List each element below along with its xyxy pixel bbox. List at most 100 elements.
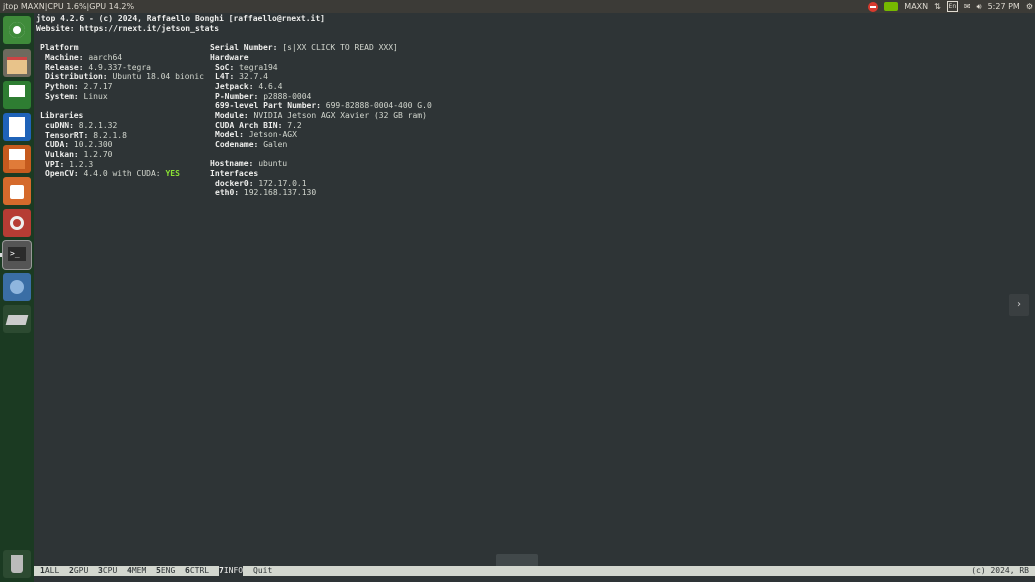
tab-label: ENG <box>160 566 176 575</box>
interface-row: eth0: 192.168.137.130 <box>215 188 316 198</box>
terminal-icon[interactable] <box>3 241 31 269</box>
trash-icon[interactable] <box>3 550 31 578</box>
row-value: aarch64 <box>88 53 123 62</box>
row-value: NVIDIA Jetson AGX Xavier (32 GB ram) <box>253 111 427 120</box>
hardware-row: L4T: 32.7.4 <box>215 72 268 82</box>
opencv-cuda-status: YES <box>165 169 180 178</box>
files-icon[interactable] <box>3 49 31 77</box>
row-value: p2888-0004 <box>263 92 312 101</box>
row-key: OpenCV: <box>45 169 79 178</box>
tab-label: GPU <box>73 566 89 575</box>
row-value: 699-82888-0004-400 G.0 <box>325 101 432 110</box>
drive-icon[interactable] <box>3 305 31 333</box>
keyboard-layout-indicator[interactable]: En <box>946 1 958 12</box>
code-editor-icon[interactable] <box>3 273 31 301</box>
nvidia-icon[interactable] <box>884 2 899 11</box>
row-value: 7.2 <box>287 121 302 130</box>
platform-row: Python: 2.7.17 <box>45 82 112 92</box>
row-key: Jetpack: <box>215 82 254 91</box>
network-icon[interactable]: ⇅ <box>934 0 941 13</box>
row-value: Jetson-AGX <box>248 130 297 139</box>
library-row: CUDA: 10.2.300 <box>45 140 112 150</box>
row-key: Release: <box>45 63 84 72</box>
tab-eng[interactable]: 5ENG <box>156 566 175 576</box>
row-key: Python: <box>45 82 79 91</box>
hostname-row: Hostname: ubuntu <box>210 159 287 169</box>
window-title: jtop MAXN|CPU 1.6%|GPU 14.2% <box>3 2 135 11</box>
row-key: Model: <box>215 130 244 139</box>
tab-info[interactable]: 7INFO <box>219 566 244 576</box>
row-key: L4T: <box>215 72 235 81</box>
row-key: cuDNN: <box>45 121 74 130</box>
row-value: 32.7.4 <box>239 72 268 81</box>
interfaces-heading: Interfaces <box>210 169 259 178</box>
power-mode-label[interactable]: MAXN <box>904 0 928 13</box>
software-center-icon[interactable] <box>3 177 31 205</box>
system-settings-icon[interactable] <box>3 209 31 237</box>
tab-ctrl[interactable]: 6CTRL <box>185 566 209 576</box>
row-key: Vulkan: <box>45 150 79 159</box>
row-key: Module: <box>215 111 249 120</box>
row-key: Serial Number: <box>210 43 278 52</box>
row-value: 192.168.137.130 <box>243 188 317 197</box>
row-key: Hostname: <box>210 159 254 168</box>
row-value: Ubuntu 18.04 bionic <box>112 72 204 81</box>
libraries-heading: Libraries <box>40 111 84 120</box>
tab-mem[interactable]: 4MEM <box>127 566 146 576</box>
row-key: VPI: <box>45 160 65 169</box>
row-key: Codename: <box>215 140 259 149</box>
library-row: Vulkan: 1.2.70 <box>45 150 112 160</box>
row-value: 4.9.337-tegra <box>88 63 151 72</box>
website-line: Website: https://rnext.it/jetson_stats <box>36 24 220 33</box>
tab-all[interactable]: 1ALL <box>40 566 59 576</box>
dash-home-icon[interactable] <box>3 16 31 44</box>
row-value: Galen <box>263 140 288 149</box>
clock[interactable]: 5:27 PM <box>988 0 1020 13</box>
row-value: ubuntu <box>258 159 288 168</box>
row-key: docker0: <box>215 179 254 188</box>
tab-cpu[interactable]: 3CPU <box>98 566 117 576</box>
hardware-row: 699-level Part Number: 699-82888-0004-40… <box>215 101 432 111</box>
row-key: eth0: <box>215 188 240 197</box>
top-panel: jtop MAXN|CPU 1.6%|GPU 14.2% MAXN ⇅ En ✉… <box>0 0 1035 13</box>
row-value: 10.2.300 <box>73 140 113 149</box>
row-value: 8.2.1.8 <box>93 131 127 140</box>
libreoffice-impress-icon[interactable] <box>3 145 31 173</box>
tab-gpu[interactable]: 2GPU <box>69 566 88 576</box>
hardware-heading: Hardware <box>210 53 249 62</box>
library-row: OpenCV: 4.4.0 with CUDA: YES <box>45 169 180 179</box>
row-key: TensorRT: <box>45 131 89 140</box>
jtop-menu-bar: 1ALL 2GPU 3CPU 4MEM 5ENG 6CTRL 7INFO Qui… <box>34 566 1035 576</box>
no-entry-icon[interactable] <box>868 1 879 12</box>
row-key: Distribution: <box>45 72 108 81</box>
libreoffice-calc-icon[interactable] <box>3 81 31 109</box>
libreoffice-writer-icon[interactable] <box>3 113 31 141</box>
row-key: CUDA Arch BIN: <box>215 121 283 130</box>
library-row: cuDNN: 8.2.1.32 <box>45 121 117 131</box>
jtop-header: jtop 4.2.6 - (c) 2024, Raffaello Bonghi … <box>36 14 325 23</box>
tab-label: CTRL <box>189 566 210 575</box>
quit-button[interactable]: Quit <box>253 566 272 576</box>
mail-icon[interactable]: ✉ <box>964 0 971 13</box>
row-key: SoC: <box>215 63 235 72</box>
hardware-row: Codename: Galen <box>215 140 287 150</box>
row-value: 4.6.4 <box>258 82 283 91</box>
tab-label: INFO <box>223 566 244 575</box>
row-key: System: <box>45 92 79 101</box>
row-value: Linux <box>83 92 108 101</box>
row-key: Machine: <box>45 53 84 62</box>
hardware-row: Module: NVIDIA Jetson AGX Xavier (32 GB … <box>215 111 427 121</box>
row-value: 1.2.70 <box>83 150 113 159</box>
row-value: 2.7.17 <box>83 82 113 91</box>
tab-label: MEM <box>131 566 147 575</box>
gear-icon[interactable]: ⚙ <box>1026 0 1033 13</box>
row-value: 172.17.0.1 <box>258 179 307 188</box>
serial-number-button[interactable]: [s|XX CLICK TO READ XXX] <box>282 43 398 52</box>
volume-icon[interactable]: 🔊︎ <box>977 0 982 13</box>
terminal-window[interactable]: jtop 4.2.6 - (c) 2024, Raffaello Bonghi … <box>34 13 1035 582</box>
terminal-bottom-padding <box>34 576 1035 582</box>
chevron-right-icon[interactable]: › <box>1009 294 1029 316</box>
hardware-row: Model: Jetson-AGX <box>215 130 297 140</box>
copyright: (c) 2024, RB <box>971 566 1029 575</box>
row-key: 699-level Part Number: <box>215 101 321 110</box>
